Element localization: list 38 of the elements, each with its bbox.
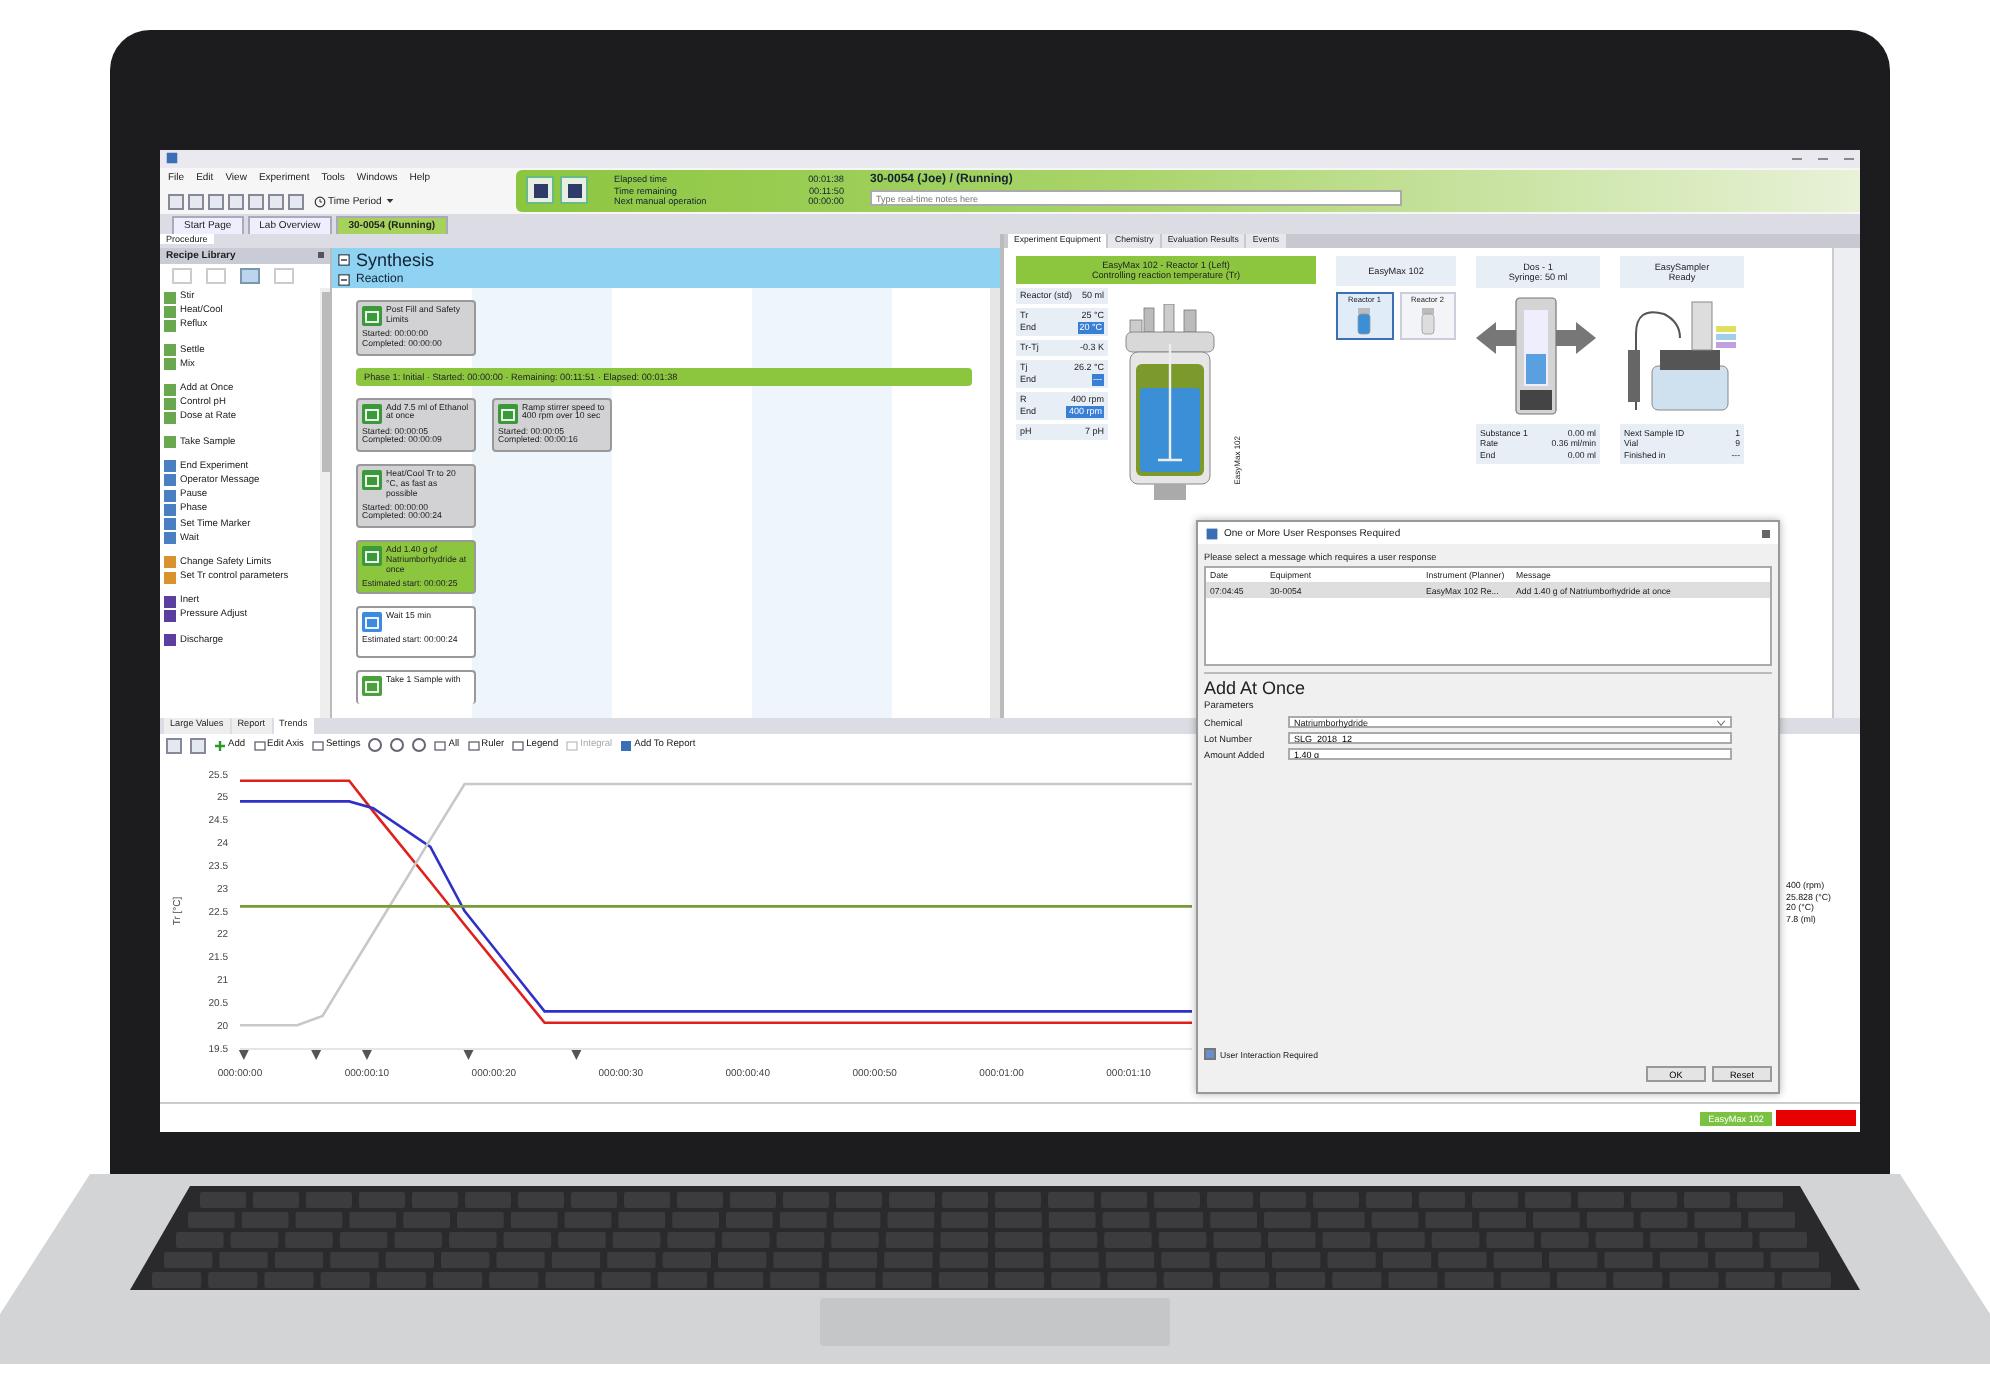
stop-button[interactable] [560, 176, 588, 205]
step-icon [498, 403, 518, 424]
step-icon [362, 612, 382, 633]
caret-icon [1716, 719, 1726, 725]
event-marker-icon[interactable] [238, 1050, 249, 1061]
vessel-icon [1419, 307, 1436, 336]
tool-icon [434, 739, 447, 752]
step-icon [362, 676, 382, 697]
event-marker-icon[interactable] [571, 1050, 582, 1061]
event-marker-icon[interactable] [361, 1050, 372, 1061]
section-title: Synthesis [356, 249, 435, 270]
checkbox[interactable] [1204, 1048, 1216, 1060]
scrollbar[interactable] [990, 287, 1000, 719]
stop-button[interactable] [526, 176, 554, 205]
step-icon [362, 470, 382, 491]
tool-icon [512, 739, 525, 752]
vessel-icon [1356, 307, 1373, 336]
plus-icon [214, 739, 226, 752]
minimize-icon[interactable] [1792, 157, 1802, 160]
tool-icon [253, 739, 266, 752]
event-marker-icon[interactable] [463, 1050, 474, 1061]
collapse-icon[interactable] [338, 253, 350, 266]
syringe-pump-drawing [1476, 293, 1596, 418]
tool-icon [566, 739, 579, 752]
caret-icon [385, 198, 394, 205]
event-marker-icon[interactable] [311, 1050, 322, 1061]
section-title: Add At Once [1204, 678, 1308, 698]
step-icon [362, 305, 382, 326]
report-icon [620, 739, 633, 752]
step-icon [362, 546, 382, 567]
clock-icon [314, 195, 326, 208]
tool-icon [311, 739, 324, 752]
dialog-icon [1206, 527, 1218, 539]
scrollbar[interactable] [320, 287, 330, 719]
tool-icon [467, 739, 480, 752]
step-icon [362, 403, 382, 424]
collapse-icon[interactable] [338, 273, 350, 286]
app-icon [166, 152, 178, 165]
